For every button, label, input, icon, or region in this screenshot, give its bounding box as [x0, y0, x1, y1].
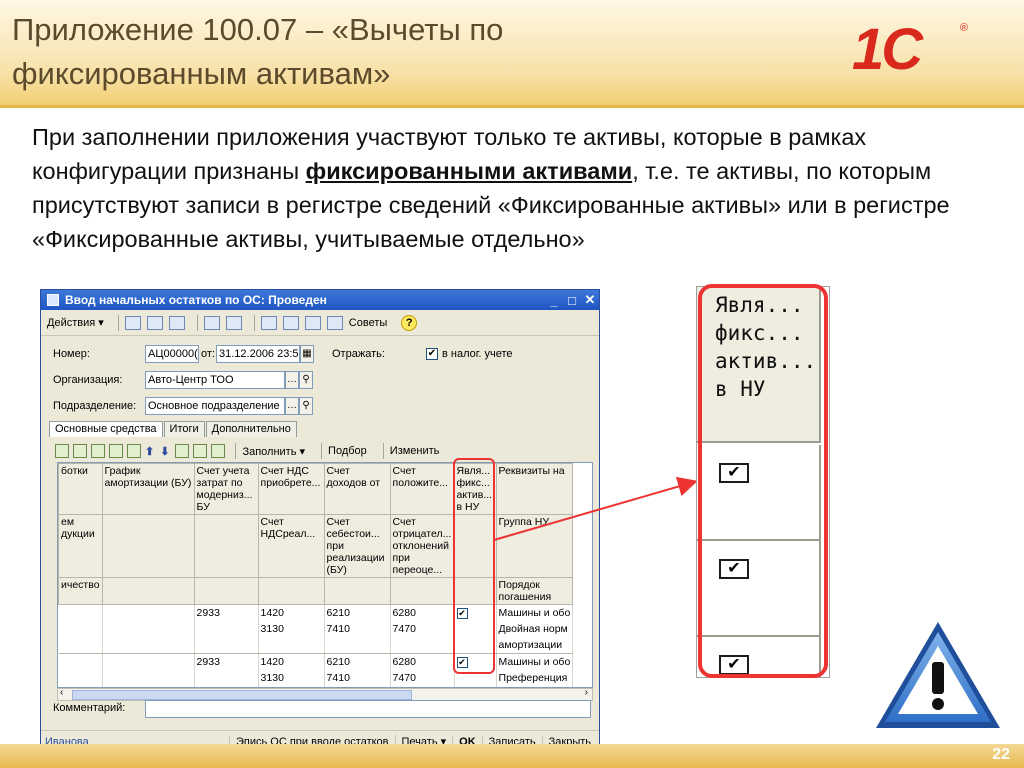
slide-footer: 22	[0, 744, 1024, 768]
callout-arrow	[493, 476, 698, 541]
zoom-highlight	[698, 284, 828, 678]
warning-icon	[876, 622, 1000, 728]
page-number: 22	[992, 746, 1010, 763]
